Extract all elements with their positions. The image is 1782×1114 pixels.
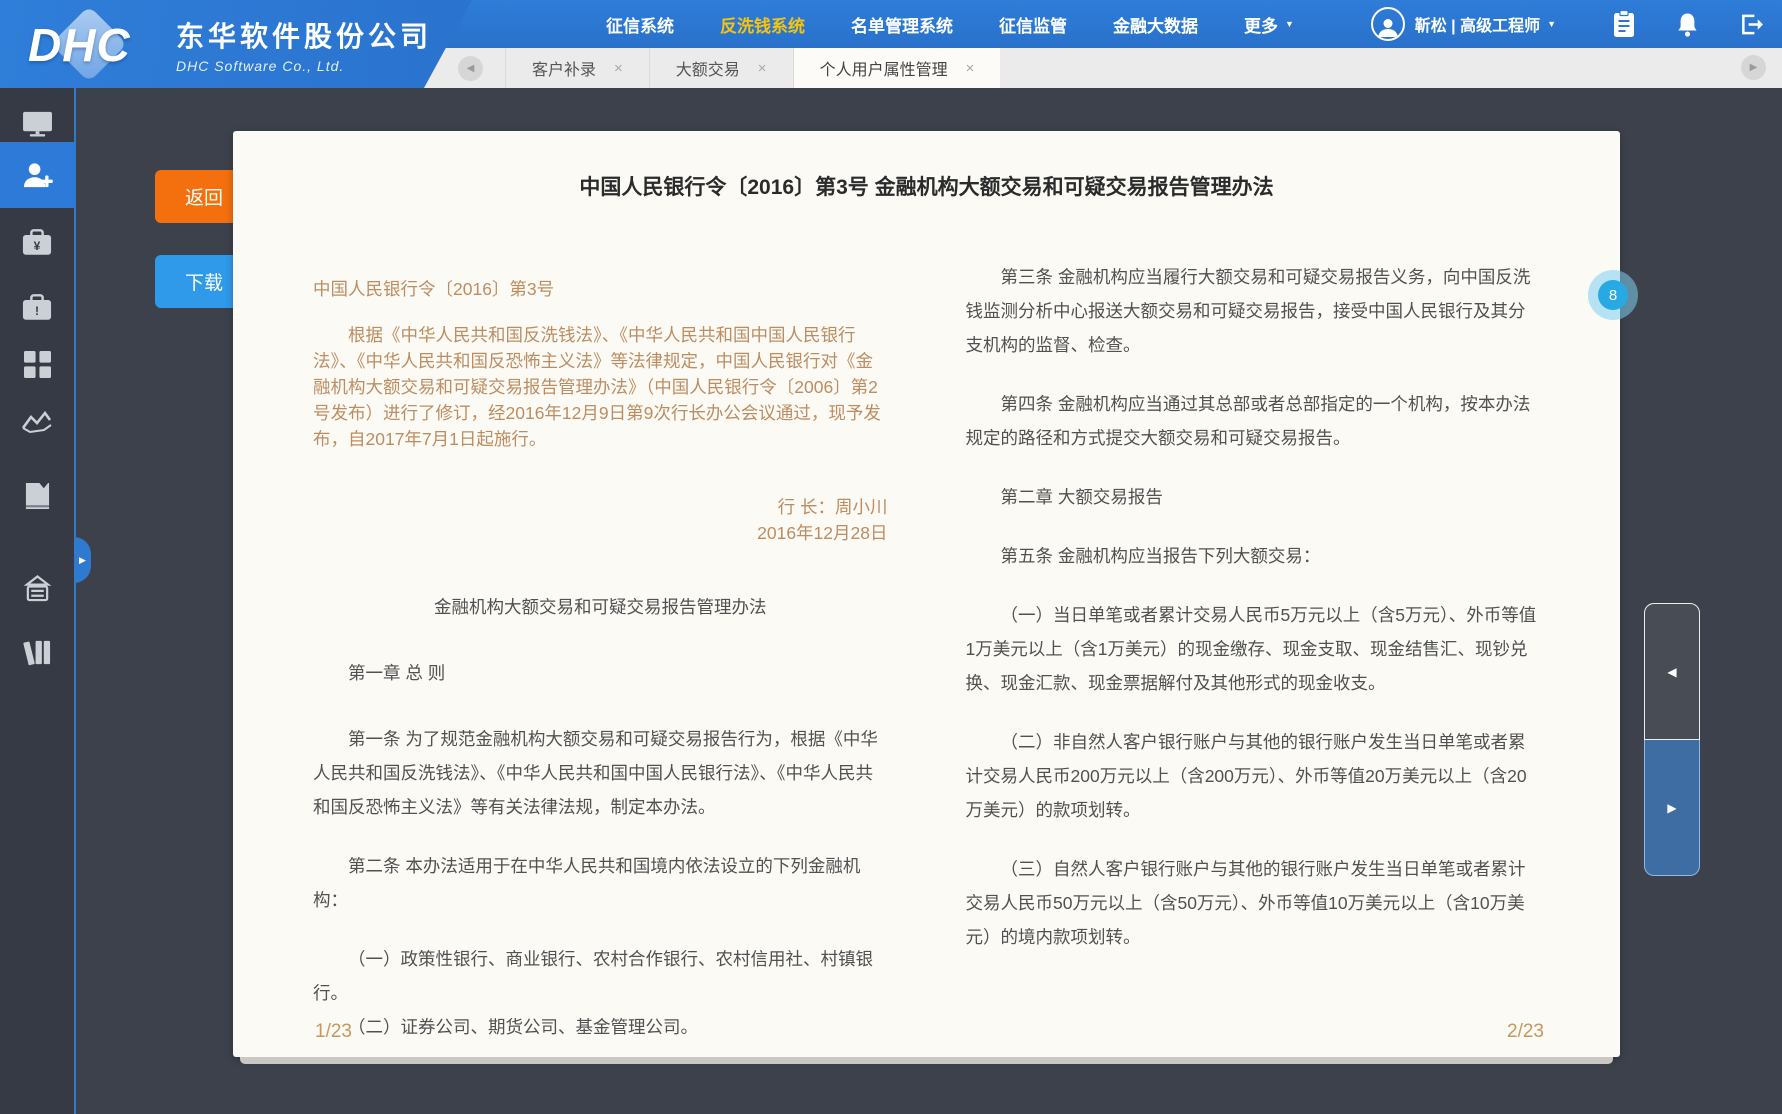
- document-column-right: 第三条 金融机构应当履行大额交易和可疑交易报告义务，向中国反洗钱监测分析中心报送…: [966, 240, 1541, 1044]
- arrow-left-icon: ◀: [1667, 665, 1676, 679]
- company-name-en: DHC Software Co., Ltd.: [176, 58, 432, 74]
- preamble: 根据《中华人民共和国反洗钱法》、《中华人民共和国中国人民银行法》、《中华人民共和…: [313, 322, 888, 452]
- sidebar-item-sign[interactable]: [0, 560, 74, 616]
- tab-large-transactions[interactable]: 大额交易 ×: [649, 48, 793, 88]
- document-subtitle: 金融机构大额交易和可疑交易报告管理办法: [313, 590, 888, 624]
- badge-count: 8: [1598, 280, 1628, 310]
- nav-item-credit-supervision[interactable]: 征信监管: [999, 12, 1067, 37]
- decree-number: 中国人民银行令〔2016〕第3号: [313, 276, 888, 302]
- tab-label: 大额交易: [676, 56, 740, 80]
- user-name-role[interactable]: 靳松 | 高级工程师: [1415, 12, 1540, 36]
- logout-icon: [1739, 13, 1764, 36]
- article-2-item-1: （一）政策性银行、商业银行、农村合作银行、农村信用社、村镇银行。: [313, 942, 888, 1010]
- nav-item-credit-system[interactable]: 征信系统: [606, 12, 674, 37]
- page-number-left: 1/23: [315, 1021, 352, 1043]
- document-columns: 中国人民银行令〔2016〕第3号 根据《中华人民共和国反洗钱法》、《中华人民共和…: [233, 240, 1620, 1044]
- document-column-left: 中国人民银行令〔2016〕第3号 根据《中华人民共和国反洗钱法》、《中华人民共和…: [313, 240, 888, 1044]
- arrow-right-icon: ▶: [79, 555, 86, 566]
- article-2: 第二条 本办法适用于在中华人民共和国境内依法设立的下列金融机构：: [313, 849, 888, 917]
- company-name-cn: 东华软件股份公司: [176, 15, 432, 55]
- books-icon: [23, 637, 52, 666]
- sidebar-item-alert-box[interactable]: !: [0, 279, 74, 335]
- sign-icon: [23, 575, 52, 602]
- article-5-item-2: （二）非自然人客户银行账户与其他的银行账户发生当日单笔或者累计交易人民币200万…: [966, 725, 1541, 827]
- tab-label: 个人用户属性管理: [820, 56, 948, 80]
- tab-customer-supplement[interactable]: 客户补录 ×: [505, 48, 649, 88]
- sidebar-item-books[interactable]: [0, 623, 74, 679]
- page-navigation: ◀ ▶: [1644, 603, 1700, 876]
- sign-date: 2016年12月28日: [313, 520, 888, 546]
- previous-page-button[interactable]: ◀: [1644, 603, 1700, 740]
- tab-personal-user-attributes[interactable]: 个人用户属性管理 ×: [793, 48, 1001, 88]
- floating-badge[interactable]: 8: [1588, 270, 1638, 320]
- main-content: 返回 下载 中国人民银行令〔2016〕第3号 金融机构大额交易和可疑交易报告管理…: [76, 88, 1782, 1114]
- sidebar-item-book[interactable]: [0, 468, 74, 524]
- tab-label: 客户补录: [532, 56, 596, 80]
- nav-item-financial-big-data[interactable]: 金融大数据: [1113, 12, 1198, 37]
- document-title: 中国人民银行令〔2016〕第3号 金融机构大额交易和可疑交易报告管理办法: [293, 171, 1560, 201]
- page-number-right: 2/23: [1507, 1021, 1544, 1043]
- signer: 行 长：周小川: [313, 494, 888, 520]
- main-nav: 征信系统 反洗钱系统 名单管理系统 征信监管 金融大数据 更多 ▼: [606, 0, 1294, 48]
- arrow-right-icon: ▶: [1667, 801, 1676, 815]
- grid-icon: [24, 351, 51, 378]
- logo-text: DHC: [28, 18, 131, 72]
- monitor-icon: [22, 110, 53, 137]
- book-icon: [24, 482, 51, 511]
- sidebar-item-user-add[interactable]: [0, 142, 74, 208]
- chevron-down-icon: ▼: [1285, 19, 1294, 29]
- clipboard-button[interactable]: [1612, 10, 1636, 38]
- dhc-logo: DHC: [26, 8, 172, 80]
- sidebar: ¥ !: [0, 88, 76, 1114]
- app-window: 征信系统 反洗钱系统 名单管理系统 征信监管 金融大数据 更多 ▼ 靳松 | 高…: [0, 0, 1782, 1114]
- article-1: 第一条 为了规范金融机构大额交易和可疑交易报告行为，根据《中华人民共和国反洗钱法…: [313, 722, 888, 824]
- sidebar-item-grid[interactable]: [0, 336, 74, 392]
- sidebar-item-cash-box[interactable]: ¥: [0, 214, 74, 270]
- nav-item-anti-money-laundering[interactable]: 反洗钱系统: [720, 12, 805, 37]
- tab-scroll-right-button[interactable]: ▶: [1741, 55, 1766, 80]
- nav-item-list-management[interactable]: 名单管理系统: [851, 12, 953, 37]
- article-4: 第四条 金融机构应当通过其总部或者总部指定的一个机构，按本办法规定的路径和方式提…: [966, 387, 1541, 455]
- yen-glyph: ¥: [34, 239, 41, 253]
- clipboard-icon: [1612, 10, 1636, 38]
- article-5-item-1: （一）当日单笔或者累计交易人民币5万元以上（含5万元）、外币等值1万美元以上（含…: [966, 598, 1541, 700]
- tabs: 客户补录 × 大额交易 × 个人用户属性管理 ×: [505, 48, 1000, 88]
- article-3: 第三条 金融机构应当履行大额交易和可疑交易报告义务，向中国反洗钱监测分析中心报送…: [966, 260, 1541, 362]
- nav-item-more[interactable]: 更多 ▼: [1244, 12, 1294, 37]
- close-icon[interactable]: ×: [614, 60, 623, 77]
- sidebar-item-line-chart[interactable]: [0, 395, 74, 451]
- user-area: 靳松 | 高级工程师 ▼: [1371, 0, 1782, 48]
- next-page-button[interactable]: ▶: [1644, 740, 1700, 876]
- user-add-icon: [22, 161, 53, 190]
- notifications-button[interactable]: [1676, 12, 1699, 37]
- close-icon[interactable]: ×: [758, 60, 767, 77]
- nav-more-label: 更多: [1244, 12, 1278, 37]
- logout-button[interactable]: [1739, 13, 1764, 36]
- close-icon[interactable]: ×: [966, 60, 975, 77]
- chapter-1-heading: 第一章 总 则: [313, 656, 888, 690]
- logo-block: DHC 东华软件股份公司 DHC Software Co., Ltd.: [0, 0, 472, 88]
- line-chart-icon: [22, 410, 52, 436]
- chapter-2-heading: 第二章 大额交易报告: [966, 480, 1541, 514]
- chevron-down-icon[interactable]: ▼: [1547, 19, 1556, 29]
- article-2-item-2: （二）证券公司、期货公司、基金管理公司。: [313, 1010, 888, 1044]
- avatar[interactable]: [1371, 7, 1405, 41]
- exclamation-glyph: !: [35, 304, 39, 318]
- bell-icon: [1676, 12, 1699, 37]
- article-5: 第五条 金融机构应当报告下列大额交易：: [966, 539, 1541, 573]
- article-5-item-3: （三）自然人客户银行账户与其他的银行账户发生当日单笔或者累计交易人民币50万元以…: [966, 852, 1541, 954]
- tab-scroll-left-button[interactable]: ◀: [458, 56, 483, 81]
- user-icon: [1376, 15, 1400, 39]
- company-name: 东华软件股份公司 DHC Software Co., Ltd.: [176, 15, 432, 74]
- document-page: 中国人民银行令〔2016〕第3号 金融机构大额交易和可疑交易报告管理办法 中国人…: [233, 131, 1620, 1057]
